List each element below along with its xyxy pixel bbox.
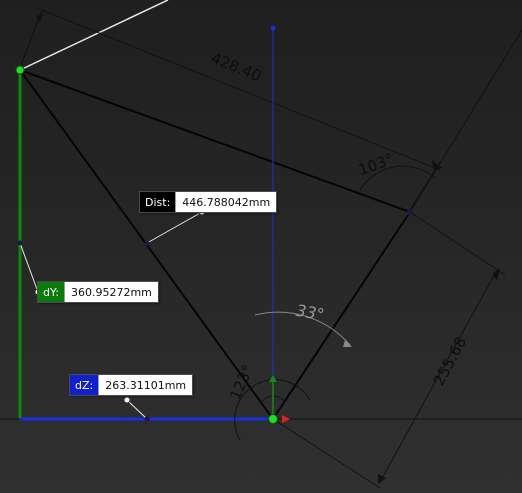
endpoint-top-left[interactable] [15,65,25,75]
dimension-line-428[interactable] [41,9,441,171]
angle-arrow-33 [343,340,352,347]
midpoint-diagonal[interactable] [144,240,150,246]
dim-arrow-1 [36,14,44,22]
dz-label: dZ: [70,375,99,395]
dist-label: Dist: [140,192,176,212]
leader-line-dz [126,399,148,420]
angle-text-123[interactable]: 123° [226,362,257,402]
dim-arrow-4 [378,474,386,484]
midpoint-dy[interactable] [17,240,23,246]
dy-readout[interactable]: dY: 360.95272mm [37,281,159,303]
leader-line-dy [19,242,39,293]
dimension-text-255[interactable]: 255.68 [430,334,471,389]
leader-line-dist [146,211,203,244]
extension-line-255-bottom [272,418,381,489]
sketch-line-right[interactable] [272,211,411,420]
dy-value: 360.95272mm [63,282,158,302]
sketch-viewport[interactable]: 428.40 255.68 103° 33° 123° Dist: 446.78… [0,0,522,493]
origin-x-arrowhead [282,415,290,423]
origin-y-arrowhead [269,375,277,382]
origin-point[interactable] [268,414,278,424]
construction-line-right [409,29,522,213]
extension-line-255-top [409,211,506,276]
dim-arrow-3 [492,268,500,280]
dz-readout[interactable]: dZ: 263.31101mm [69,374,194,396]
dist-value: 446.788042mm [175,192,277,212]
leader-handle-dz[interactable] [123,396,131,404]
dist-readout[interactable]: Dist: 446.788042mm [139,191,278,213]
sketch-canvas[interactable]: 428.40 255.68 103° 33° 123° [0,0,522,493]
vertex-right[interactable] [407,209,413,215]
dy-label: dY: [38,282,64,302]
midpoint-dz[interactable] [144,416,150,422]
dz-value: 263.31101mm [98,375,193,395]
angle-text-33[interactable]: 33° [294,301,325,325]
axis-top-point[interactable] [270,25,276,31]
angle-text-103[interactable]: 103° [356,150,396,179]
